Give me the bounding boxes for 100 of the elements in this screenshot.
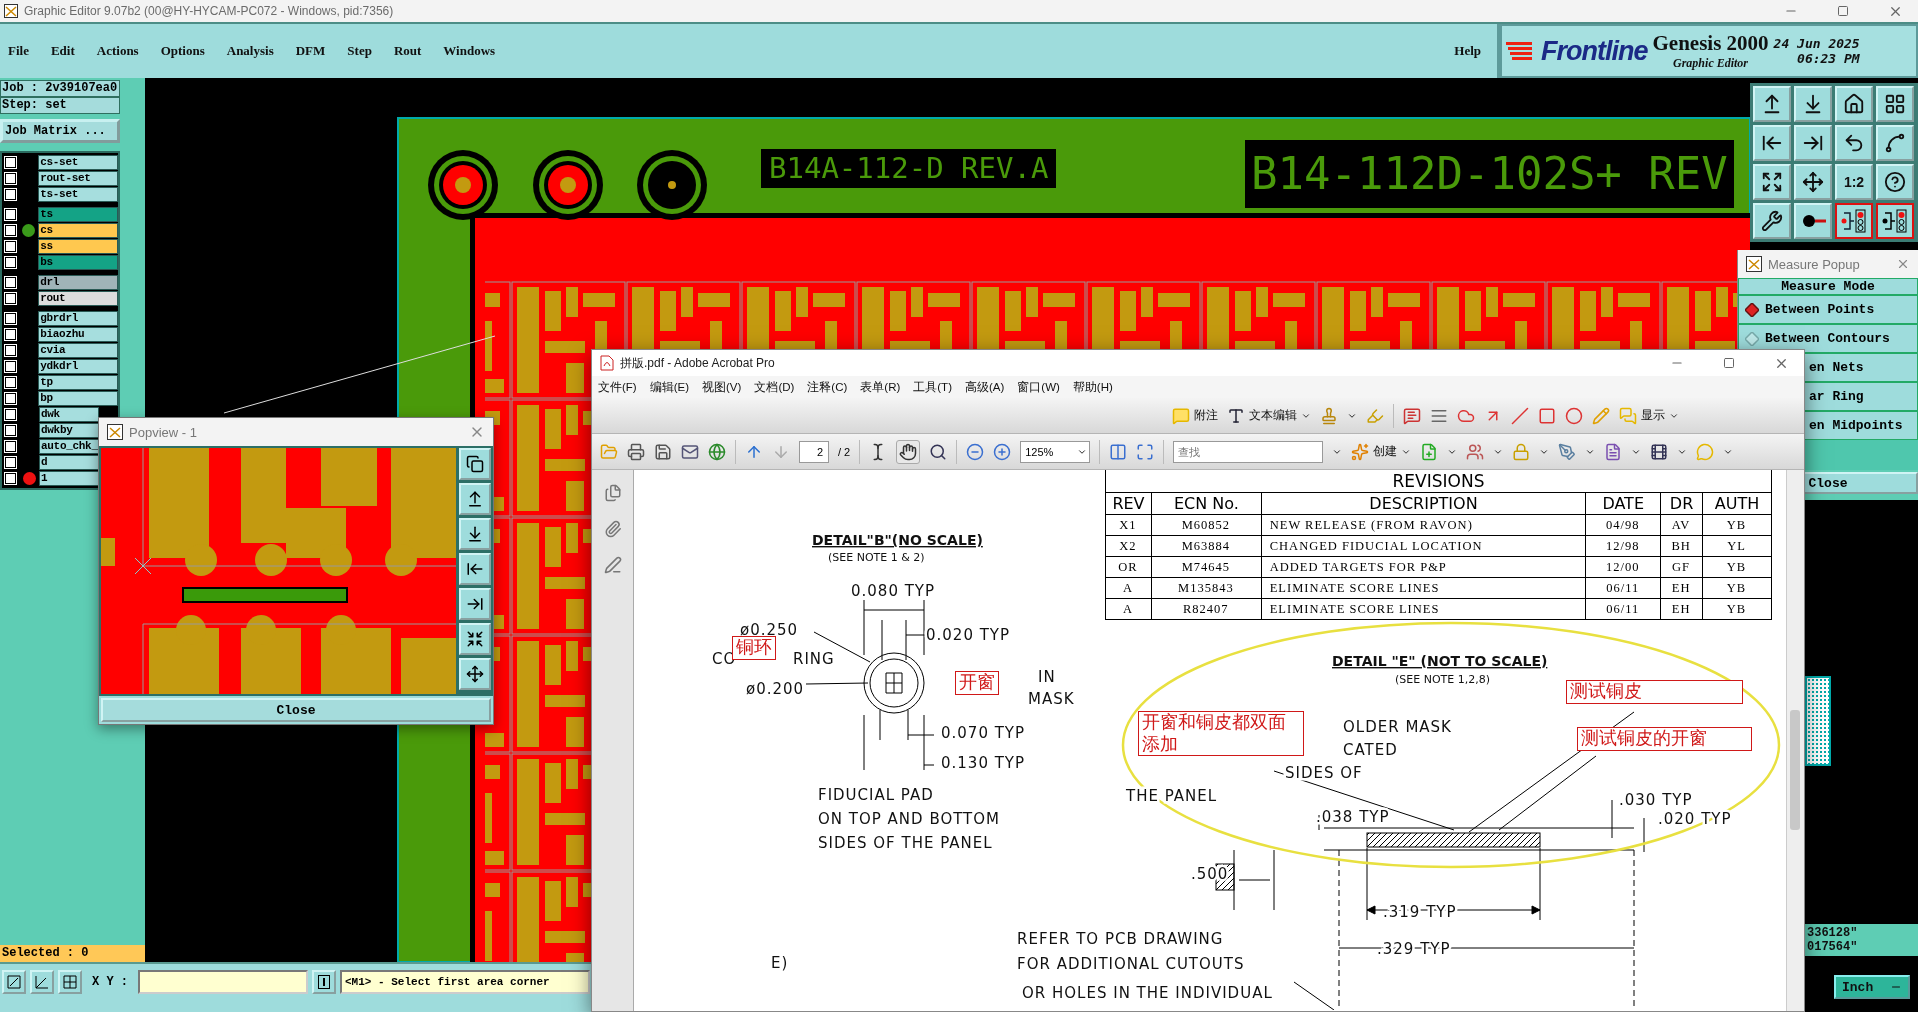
measure-option[interactable]: Between Points — [1738, 295, 1918, 324]
menu-item[interactable]: 窗口(W) — [1017, 379, 1060, 395]
layer-name[interactable]: ts — [38, 207, 118, 222]
annotation-note[interactable]: 测试铜皮 — [1566, 680, 1743, 704]
show-button[interactable]: 显示 — [1619, 406, 1679, 425]
menu-item[interactable]: 编辑(E) — [649, 379, 690, 395]
globe-icon[interactable] — [708, 442, 726, 461]
menu-item[interactable]: Windows — [443, 43, 496, 59]
popview-tool-button[interactable] — [459, 623, 491, 655]
coordinate-input[interactable] — [138, 970, 308, 994]
job-matrix-button[interactable]: Job Matrix ... — [0, 119, 120, 143]
popview-tool-button[interactable] — [459, 518, 491, 550]
layer-name[interactable]: dwk — [39, 407, 99, 422]
menu-item[interactable]: Actions — [96, 43, 139, 59]
scale-button[interactable]: 1:2 — [1835, 164, 1873, 200]
layer-name[interactable]: 1 — [39, 471, 99, 486]
layer-name[interactable]: biaozhu — [38, 327, 118, 342]
tool-button[interactable] — [58, 970, 82, 994]
popview-tool-button[interactable] — [459, 553, 491, 585]
layer-checkbox[interactable] — [5, 209, 16, 220]
note-arrow-icon[interactable] — [1403, 406, 1421, 425]
annotation-note[interactable]: 铜环 — [732, 636, 776, 660]
menu-item[interactable]: 注释(C) — [807, 379, 848, 395]
text-edit-button[interactable]: 文本编辑 — [1227, 406, 1311, 425]
mail-icon[interactable] — [681, 442, 699, 461]
layer-checkbox[interactable] — [5, 329, 16, 340]
layer-checkbox[interactable] — [5, 425, 16, 436]
page-number-field[interactable]: 2 — [799, 440, 829, 463]
zoom-in-icon[interactable] — [993, 442, 1012, 461]
printer-icon[interactable] — [627, 442, 645, 461]
people-icon[interactable] — [1466, 442, 1485, 461]
radio-diamond[interactable] — [1745, 331, 1759, 346]
menu-item[interactable]: 文件(F) — [598, 379, 637, 395]
menu-item[interactable]: Step — [347, 43, 372, 59]
stamp-icon[interactable] — [1320, 406, 1338, 425]
layer-name[interactable]: auto_chk_ — [39, 439, 99, 454]
layer-name[interactable]: drl — [38, 275, 118, 290]
popview-tool-button[interactable] — [459, 483, 491, 515]
menu-item[interactable]: Rout — [393, 43, 422, 59]
annotation-note[interactable]: 测试铜皮的开窗 — [1577, 727, 1752, 751]
layer-checkbox[interactable] — [5, 473, 16, 484]
layer-checkbox[interactable] — [5, 441, 16, 452]
tool-button[interactable] — [312, 970, 336, 994]
view-button[interactable] — [1835, 203, 1873, 239]
menu-item[interactable]: 帮助(H) — [1072, 379, 1113, 395]
layer-checkbox[interactable] — [5, 225, 16, 236]
layer-checkbox[interactable] — [5, 157, 16, 168]
menu-item[interactable]: 高级(A) — [964, 379, 1005, 395]
zoom-field[interactable]: 125% — [1020, 440, 1091, 463]
annotation-note[interactable]: 开窗 — [955, 671, 999, 695]
view-button[interactable] — [1876, 203, 1914, 239]
tool-button[interactable] — [2, 970, 26, 994]
layer-checkbox[interactable] — [5, 277, 16, 288]
zoom-icon[interactable] — [929, 442, 948, 461]
measure-option[interactable]: Between Contours — [1738, 324, 1918, 353]
menu-item[interactable]: 表单(R) — [860, 379, 901, 395]
scrollbar[interactable] — [1786, 470, 1804, 1011]
film-icon[interactable] — [1650, 442, 1669, 461]
layer-name[interactable]: cs-set — [38, 155, 118, 170]
menu-item[interactable]: 文档(D) — [754, 379, 795, 395]
save-icon[interactable] — [654, 442, 672, 461]
layer-name[interactable]: ydkdrl — [38, 359, 118, 374]
ellipse-icon[interactable] — [1565, 406, 1583, 425]
layer-name[interactable]: ss — [38, 239, 118, 254]
pen-icon[interactable] — [1558, 442, 1577, 461]
layer-name[interactable]: rout-set — [38, 171, 118, 186]
maximize-icon[interactable] — [1723, 357, 1735, 369]
create-button[interactable]: 创建 — [1351, 442, 1412, 461]
popview-tool-button[interactable] — [459, 658, 491, 690]
maximize-icon[interactable] — [1837, 5, 1849, 17]
menu-item[interactable]: 工具(T) — [913, 379, 952, 395]
layer-checkbox[interactable] — [5, 313, 16, 324]
layer-name[interactable]: cvia — [38, 343, 118, 358]
rectangle-icon[interactable] — [1538, 406, 1556, 425]
menu-item[interactable]: Analysis — [226, 43, 274, 59]
file-plus-icon[interactable] — [1420, 442, 1439, 461]
layer-name[interactable]: bs — [38, 255, 118, 270]
layer-name[interactable]: ts-set — [38, 187, 118, 202]
layer-name[interactable]: cs — [38, 223, 118, 238]
hand-tool-button[interactable] — [896, 439, 921, 464]
layer-name[interactable]: tp — [38, 375, 118, 390]
layer-name[interactable]: d — [39, 455, 99, 470]
layer-checkbox[interactable] — [5, 345, 16, 356]
zoom-out-icon[interactable] — [966, 442, 985, 461]
layer-checkbox[interactable] — [5, 293, 16, 304]
layer-checkbox[interactable] — [5, 173, 16, 184]
menu-item[interactable]: DFM — [295, 43, 326, 59]
pages-icon[interactable] — [603, 484, 622, 502]
line-icon[interactable] — [1511, 406, 1529, 425]
document-icon[interactable] — [1604, 442, 1623, 461]
close-button[interactable]: Close — [101, 698, 491, 722]
menu-item[interactable]: Edit — [50, 43, 75, 59]
signature-icon[interactable] — [603, 556, 622, 574]
layer-checkbox[interactable] — [5, 257, 16, 268]
layer-checkbox[interactable] — [5, 241, 16, 252]
menu-item[interactable]: 视图(V) — [702, 379, 742, 395]
layer-name[interactable]: bp — [38, 391, 118, 406]
layer-checkbox[interactable] — [5, 409, 16, 420]
fit-width-icon[interactable] — [1109, 442, 1128, 461]
unit-button[interactable]: Inch — [1834, 975, 1910, 999]
